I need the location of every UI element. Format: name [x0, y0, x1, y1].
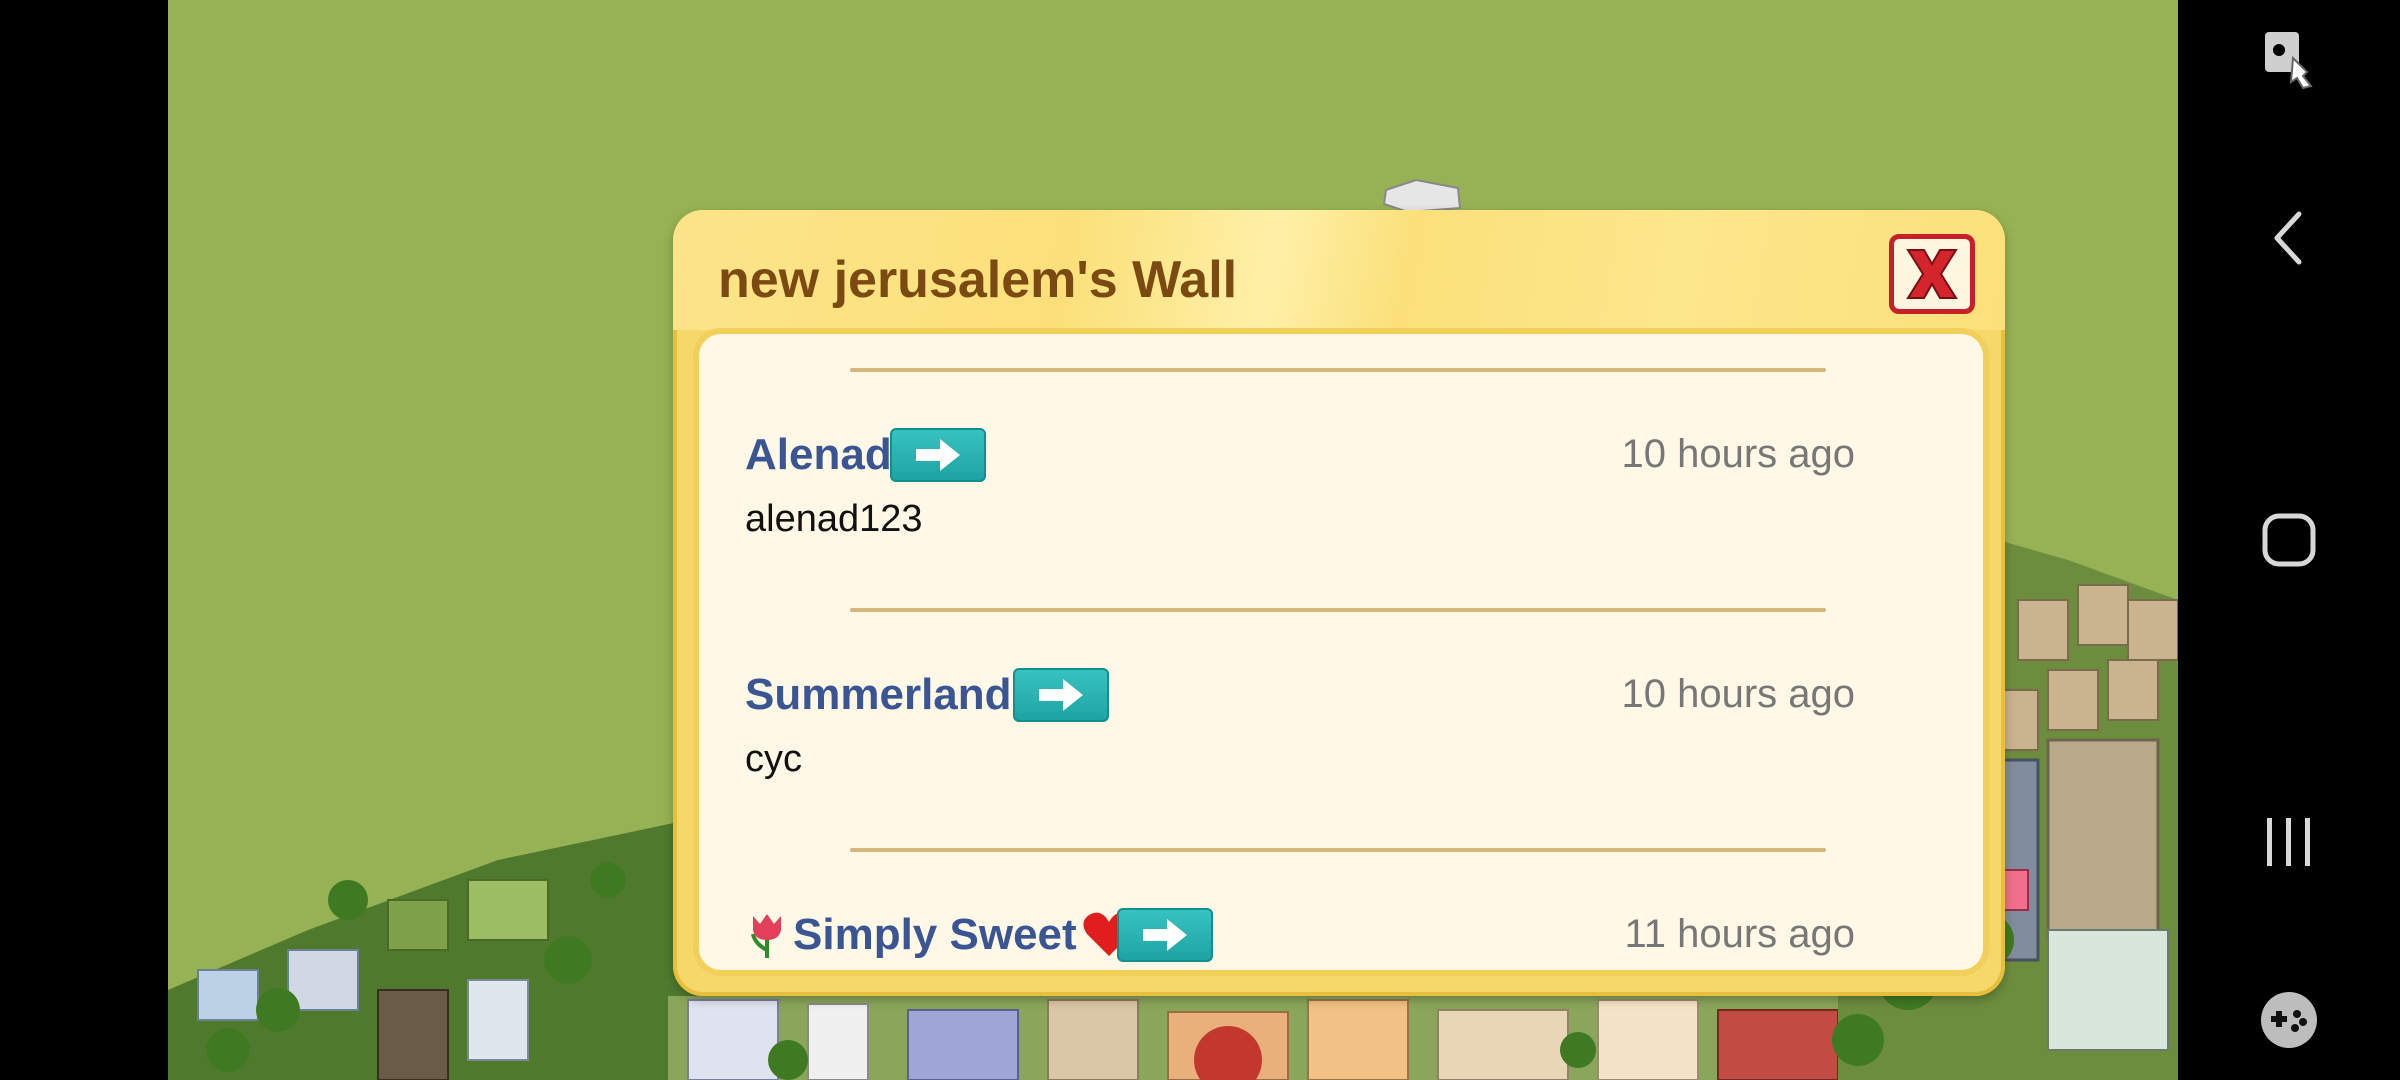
visit-city-button[interactable] — [1013, 668, 1109, 722]
arrow-right-icon — [1039, 679, 1083, 711]
recents-icon — [2267, 818, 2310, 866]
arrow-right-icon — [916, 439, 960, 471]
game-tools-button[interactable] — [2257, 990, 2321, 1055]
bottom-city-strip — [668, 996, 2008, 1080]
arrow-right-icon — [1143, 919, 1187, 951]
entry-message: cyc — [745, 738, 802, 780]
tulip-icon — [751, 914, 781, 958]
game-tools-icon — [2261, 992, 2317, 1048]
home-icon — [2262, 513, 2316, 567]
screen-lock-icon — [2265, 32, 2313, 90]
entry-timestamp: 10 hours ago — [1621, 672, 1855, 716]
entry-author[interactable]: Summerland — [745, 670, 1012, 720]
visit-city-button[interactable] — [890, 428, 986, 482]
wall-entries-list[interactable]: Alenad 10 hours ago alenad123 Summerland — [699, 334, 1983, 970]
recents-button[interactable] — [2259, 812, 2319, 877]
wall-entry: Alenad 10 hours ago alenad123 — [699, 378, 1983, 618]
entry-author[interactable]: Alenad — [745, 430, 892, 480]
dialog-title: new jerusalem's Wall — [718, 251, 1238, 309]
entry-divider — [850, 368, 1826, 372]
entry-timestamp: 11 hours ago — [1624, 912, 1855, 956]
entry-timestamp: 10 hours ago — [1621, 432, 1855, 476]
screen-lock-button[interactable] — [2259, 28, 2319, 97]
entry-divider — [850, 848, 1826, 852]
close-button[interactable] — [1889, 234, 1975, 314]
game-viewport[interactable]: new jerusalem's Wall Alenad 10 hours ago… — [168, 0, 2178, 1080]
visit-city-button[interactable] — [1117, 908, 1213, 962]
system-navigation-bar — [2178, 0, 2400, 1080]
entry-author: Simply Sweet — [793, 910, 1077, 959]
wall-dialog: new jerusalem's Wall Alenad 10 hours ago… — [673, 210, 2005, 996]
home-button[interactable] — [2259, 510, 2319, 575]
entry-message: alenad123 — [745, 498, 923, 540]
rooftop-structure — [1382, 178, 1462, 214]
back-icon — [2274, 211, 2302, 265]
back-button[interactable] — [2269, 208, 2309, 273]
wall-entry: Summerland 10 hours ago cyc — [699, 618, 1983, 858]
entry-author-row[interactable]: Simply Sweet — [745, 910, 1137, 960]
entry-divider — [850, 608, 1826, 612]
wall-entry: Simply Sweet 11 hours ago — [699, 858, 1983, 970]
close-x-icon — [1906, 249, 1958, 299]
dialog-header: new jerusalem's Wall — [673, 210, 2005, 330]
